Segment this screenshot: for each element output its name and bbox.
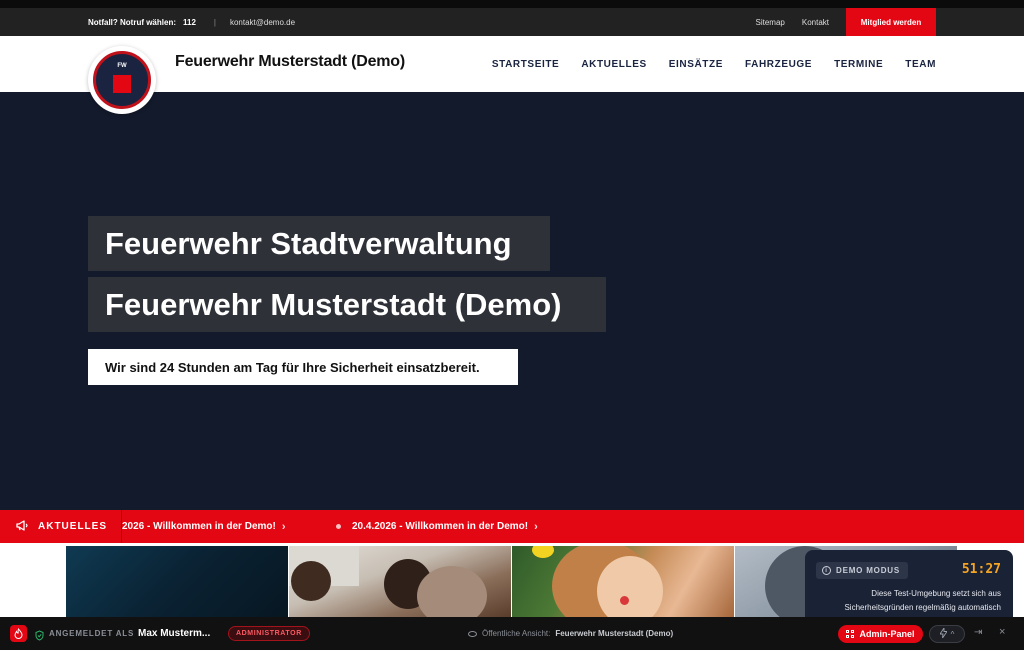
- ticker-item[interactable]: 2026 - Willkommen in der Demo! ›: [122, 510, 286, 543]
- fire-icon[interactable]: [10, 625, 27, 642]
- admin-bar: ANGEMELDET ALS Max Musterm... ADMINISTRA…: [0, 617, 1024, 650]
- public-view-site: Feuerwehr Musterstadt (Demo): [555, 629, 674, 638]
- emergency-label: Notfall? Notruf wählen:: [88, 17, 176, 27]
- gallery-image[interactable]: [512, 546, 734, 617]
- eye-icon: [468, 630, 477, 637]
- demo-mode-badge: i DEMO MODUS: [816, 562, 908, 579]
- close-icon[interactable]: ×: [999, 626, 1005, 638]
- hero-section: Feuerwehr Stadtverwaltung Feuerwehr Must…: [0, 92, 1024, 510]
- news-ticker: AKTUELLES 2026 - Willkommen in der Demo!…: [0, 510, 1024, 543]
- info-icon: i: [822, 566, 831, 575]
- site-title[interactable]: Feuerwehr Musterstadt (Demo): [175, 53, 405, 71]
- bolt-icon: [938, 626, 948, 640]
- chevron-up-icon: ^: [950, 629, 955, 639]
- utility-bar: Notfall? Notruf wählen: 112 | kontakt@de…: [0, 8, 1024, 36]
- ticker-label-text: AKTUELLES: [38, 521, 107, 532]
- emergency-number[interactable]: 112: [183, 18, 196, 27]
- chevron-right-icon: ›: [534, 520, 538, 533]
- admin-panel-label: Admin-Panel: [859, 629, 915, 639]
- hero-title-line1: Feuerwehr Stadtverwaltung: [88, 216, 550, 271]
- image-detail: [417, 566, 487, 617]
- image-detail: [532, 546, 554, 558]
- page: Notfall? Notruf wählen: 112 | kontakt@de…: [0, 0, 1024, 650]
- nav-startseite[interactable]: STARTSEITE: [492, 59, 559, 70]
- ticker-item-text: 2026 - Willkommen in der Demo!: [122, 521, 276, 532]
- logo-emblem: FW: [93, 51, 151, 109]
- megaphone-icon: [16, 518, 29, 536]
- site-header: FW Feuerwehr Musterstadt (Demo) STARTSEI…: [0, 36, 1024, 114]
- shield-check-icon: [35, 628, 44, 646]
- image-detail: [620, 596, 629, 605]
- ticker-item-text: 20.4.2026 - Willkommen in der Demo!: [352, 521, 529, 532]
- ticker-item[interactable]: 20.4.2026 - Willkommen in der Demo! ›: [336, 510, 538, 543]
- emergency-info: Notfall? Notruf wählen: 112 | kontakt@de…: [88, 8, 295, 36]
- ticker-dot: [336, 524, 341, 529]
- hero-title-line2: Feuerwehr Musterstadt (Demo): [88, 277, 606, 332]
- logged-in-label: ANGEMELDET ALS: [49, 629, 135, 638]
- ticker-label: AKTUELLES: [0, 510, 122, 543]
- site-logo[interactable]: FW: [88, 46, 156, 114]
- chevron-right-icon: ›: [281, 520, 286, 533]
- public-view-label: Öffentliche Ansicht:: [482, 629, 551, 638]
- logo-square: [113, 75, 131, 93]
- nav-fahrzeuge[interactable]: FAHRZEUGE: [745, 59, 812, 70]
- contact-link[interactable]: Kontakt: [802, 18, 829, 27]
- nav-team[interactable]: TEAM: [905, 59, 936, 70]
- demo-mode-panel: i DEMO MODUS 51:27 Diese Test-Umgebung s…: [805, 550, 1013, 617]
- separator: |: [213, 17, 216, 27]
- logo-text: FW: [117, 63, 127, 69]
- logout-icon[interactable]: ⇥: [974, 627, 982, 638]
- public-view-link[interactable]: Öffentliche Ansicht: Feuerwehr Mustersta…: [468, 617, 673, 650]
- nav-aktuelles[interactable]: AKTUELLES: [581, 59, 646, 70]
- demo-mode-text: Diese Test-Umgebung setzt sich aus Siche…: [844, 589, 1001, 612]
- user-name[interactable]: Max Musterm...: [138, 617, 210, 650]
- quick-actions-button[interactable]: ^: [929, 625, 965, 643]
- nav-einsaetze[interactable]: EINSÄTZE: [669, 59, 723, 70]
- role-badge: ADMINISTRATOR: [228, 626, 310, 641]
- nav-termine[interactable]: TERMINE: [834, 59, 883, 70]
- top-strip: [0, 0, 1024, 8]
- image-detail: [291, 561, 331, 601]
- main-nav: STARTSEITE AKTUELLES EINSÄTZE FAHRZEUGE …: [492, 36, 936, 92]
- gallery-image[interactable]: [289, 546, 511, 617]
- image-detail: [597, 556, 663, 617]
- demo-countdown-timer: 51:27: [961, 562, 1001, 577]
- sitemap-link[interactable]: Sitemap: [756, 18, 785, 27]
- grid-icon: [846, 630, 855, 638]
- demo-mode-label: DEMO MODUS: [836, 566, 900, 575]
- contact-email-link[interactable]: kontakt@demo.de: [230, 18, 295, 27]
- utility-links: Sitemap Kontakt Mitglied werden: [756, 8, 936, 36]
- gallery-image[interactable]: [66, 546, 288, 617]
- join-member-button[interactable]: Mitglied werden: [846, 8, 936, 36]
- hero-subtitle: Wir sind 24 Stunden am Tag für Ihre Sich…: [88, 349, 518, 385]
- admin-panel-button[interactable]: Admin-Panel: [838, 625, 923, 643]
